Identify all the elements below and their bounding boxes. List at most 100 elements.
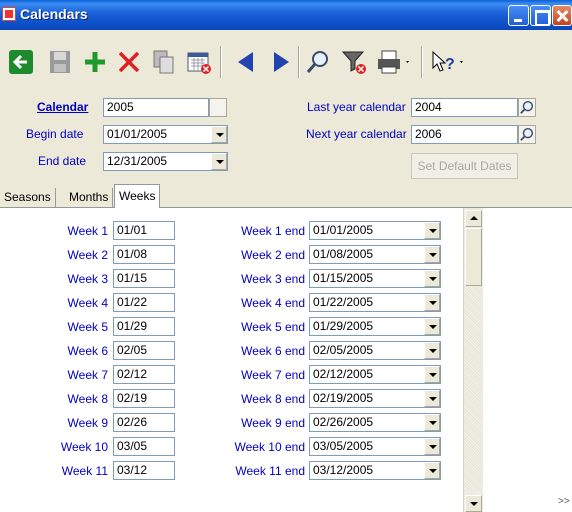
week-start-field[interactable]: 01/29 bbox=[113, 317, 175, 336]
scroll-thumb[interactable] bbox=[465, 228, 482, 286]
week-start-field[interactable]: 02/12 bbox=[113, 365, 175, 384]
week-end-field[interactable]: 01/08/2005 bbox=[309, 245, 441, 264]
week-end-dropdown[interactable] bbox=[424, 366, 440, 383]
week-start-field[interactable]: 01/22 bbox=[113, 293, 175, 312]
find-icon[interactable] bbox=[305, 49, 331, 75]
delete-icon[interactable] bbox=[116, 49, 142, 75]
title-bar[interactable]: Calendars bbox=[0, 0, 572, 30]
week-end-label[interactable]: Week 1 end bbox=[200, 224, 305, 238]
last-year-calendar-label[interactable]: Last year calendar bbox=[307, 100, 406, 114]
week-start-field[interactable]: 01/08 bbox=[113, 245, 175, 264]
vertical-scrollbar[interactable] bbox=[463, 208, 483, 512]
end-date-dropdown[interactable] bbox=[211, 153, 227, 170]
week-end-dropdown[interactable] bbox=[424, 318, 440, 335]
more-indicator[interactable]: >> bbox=[558, 496, 570, 507]
week-end-field[interactable]: 02/12/2005 bbox=[309, 365, 441, 384]
add-icon[interactable] bbox=[82, 49, 108, 75]
filter-icon[interactable] bbox=[341, 49, 367, 75]
week-start-field[interactable]: 02/26 bbox=[113, 413, 175, 432]
week-label[interactable]: Week 3 bbox=[20, 272, 108, 286]
calendar-field[interactable]: 2005 bbox=[103, 98, 209, 117]
calendar-label[interactable]: Calendar bbox=[37, 100, 88, 114]
week-label[interactable]: Week 10 bbox=[20, 440, 108, 454]
begin-date-field[interactable]: 01/01/2005 bbox=[103, 125, 228, 144]
week-label[interactable]: Week 9 bbox=[20, 416, 108, 430]
week-end-field[interactable]: 02/05/2005 bbox=[309, 341, 441, 360]
copy-icon[interactable] bbox=[151, 49, 177, 75]
tab-months[interactable]: Months bbox=[65, 188, 114, 208]
week-end-field[interactable]: 01/29/2005 bbox=[309, 317, 441, 336]
scroll-up-button[interactable] bbox=[465, 210, 482, 227]
week-start-field[interactable]: 03/05 bbox=[113, 437, 175, 456]
week-label[interactable]: Week 5 bbox=[20, 320, 108, 334]
week-start-field[interactable]: 02/19 bbox=[113, 389, 175, 408]
week-end-field[interactable]: 01/15/2005 bbox=[309, 269, 441, 288]
minimize-button[interactable] bbox=[508, 5, 529, 26]
end-date-label[interactable]: End date bbox=[38, 154, 86, 168]
week-label[interactable]: Week 11 bbox=[20, 464, 108, 478]
print-icon[interactable] bbox=[376, 49, 412, 75]
save-icon[interactable] bbox=[47, 49, 73, 75]
week-label[interactable]: Week 7 bbox=[20, 368, 108, 382]
week-end-label[interactable]: Week 2 end bbox=[200, 248, 305, 262]
maximize-button[interactable] bbox=[530, 5, 551, 26]
week-end-field[interactable]: 03/05/2005 bbox=[309, 437, 441, 456]
week-label[interactable]: Week 2 bbox=[20, 248, 108, 262]
begin-date-label[interactable]: Begin date bbox=[26, 127, 83, 141]
week-end-label[interactable]: Week 9 end bbox=[200, 416, 305, 430]
week-end-label[interactable]: Week 8 end bbox=[200, 392, 305, 406]
back-arrow-icon[interactable] bbox=[8, 49, 34, 75]
week-label[interactable]: Week 6 bbox=[20, 344, 108, 358]
scroll-down-button[interactable] bbox=[465, 495, 482, 512]
tab-weeks[interactable]: Weeks bbox=[114, 184, 161, 208]
calendar-lookup-button[interactable] bbox=[209, 98, 227, 117]
week-start-field[interactable]: 03/12 bbox=[113, 461, 175, 480]
window-title: Calendars bbox=[20, 6, 88, 22]
week-end-dropdown[interactable] bbox=[424, 390, 440, 407]
week-label[interactable]: Week 8 bbox=[20, 392, 108, 406]
week-end-field[interactable]: 01/01/2005 bbox=[309, 221, 441, 240]
week-start-field[interactable]: 01/01 bbox=[113, 221, 175, 240]
next-year-calendar-field[interactable]: 2006 bbox=[411, 125, 518, 144]
week-end-label[interactable]: Week 4 end bbox=[200, 296, 305, 310]
week-end-label[interactable]: Week 7 end bbox=[200, 368, 305, 382]
week-start-field[interactable]: 01/15 bbox=[113, 269, 175, 288]
begin-date-dropdown[interactable] bbox=[211, 126, 227, 143]
last-year-calendar-field[interactable]: 2004 bbox=[411, 98, 518, 117]
week-end-dropdown[interactable] bbox=[424, 342, 440, 359]
week-end-label[interactable]: Week 6 end bbox=[200, 344, 305, 358]
week-end-dropdown[interactable] bbox=[424, 294, 440, 311]
week-end-label[interactable]: Week 3 end bbox=[200, 272, 305, 286]
week-end-label[interactable]: Week 10 end bbox=[200, 440, 306, 454]
week-end-field[interactable]: 01/22/2005 bbox=[309, 293, 441, 312]
next-year-lookup-icon[interactable] bbox=[518, 125, 536, 144]
help-icon[interactable]: ? bbox=[430, 49, 466, 75]
week-end-label[interactable]: Week 11 end bbox=[200, 464, 305, 478]
tab-seasons[interactable]: Seasons bbox=[0, 188, 56, 208]
week-label[interactable]: Week 1 bbox=[20, 224, 108, 238]
toolbar: ? bbox=[0, 30, 572, 84]
week-label[interactable]: Week 4 bbox=[20, 296, 108, 310]
toolbar-separator bbox=[298, 46, 300, 78]
app-icon bbox=[2, 7, 16, 21]
previous-icon[interactable] bbox=[233, 49, 259, 75]
last-year-lookup-icon[interactable] bbox=[518, 98, 536, 117]
week-end-dropdown[interactable] bbox=[424, 246, 440, 263]
week-end-dropdown[interactable] bbox=[424, 462, 440, 479]
week-end-dropdown[interactable] bbox=[424, 414, 440, 431]
set-default-dates-button[interactable]: Set Default Dates bbox=[411, 153, 518, 179]
next-year-calendar-label[interactable]: Next year calendar bbox=[306, 127, 407, 141]
toolbar-separator bbox=[421, 46, 423, 78]
week-end-dropdown[interactable] bbox=[424, 438, 440, 455]
week-end-field[interactable]: 03/12/2005 bbox=[309, 461, 441, 480]
week-end-field[interactable]: 02/19/2005 bbox=[309, 389, 441, 408]
week-end-dropdown[interactable] bbox=[424, 222, 440, 239]
calendar-clear-icon[interactable] bbox=[186, 49, 212, 75]
week-start-field[interactable]: 02/05 bbox=[113, 341, 175, 360]
close-button[interactable] bbox=[552, 5, 572, 26]
week-end-label[interactable]: Week 5 end bbox=[200, 320, 305, 334]
end-date-field[interactable]: 12/31/2005 bbox=[103, 152, 228, 171]
week-end-field[interactable]: 02/26/2005 bbox=[309, 413, 441, 432]
week-end-dropdown[interactable] bbox=[424, 270, 440, 287]
next-icon[interactable] bbox=[268, 49, 294, 75]
